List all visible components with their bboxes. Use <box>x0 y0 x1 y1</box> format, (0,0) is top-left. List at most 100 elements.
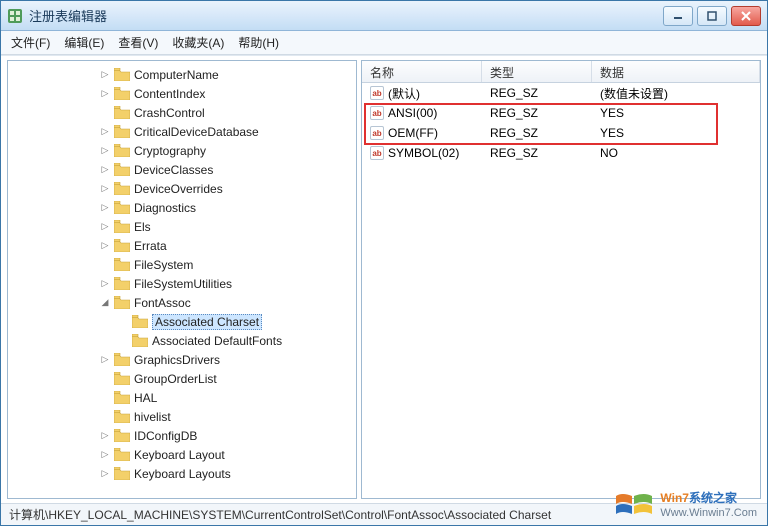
value-row[interactable]: abSYMBOL(02)REG_SZNO <box>362 143 760 163</box>
expand-icon[interactable]: ▷ <box>98 429 112 443</box>
maximize-button[interactable] <box>697 6 727 26</box>
tree-item-label: Associated Charset <box>152 314 262 330</box>
value-type: REG_SZ <box>482 146 592 160</box>
value-data: YES <box>592 126 760 140</box>
tree-item-label: Keyboard Layouts <box>134 467 231 481</box>
value-type: REG_SZ <box>482 126 592 140</box>
grid-body: ab(默认)REG_SZ(数值未设置)ab ANSI(00) REG_SZYES ab… <box>362 83 760 498</box>
expand-icon[interactable]: ▷ <box>98 163 112 177</box>
tree-item-label: HAL <box>134 391 157 405</box>
tree-item[interactable]: Associated Charset <box>8 312 356 331</box>
tree-item[interactable]: hivelist <box>8 407 356 426</box>
expand-icon[interactable]: ▷ <box>98 353 112 367</box>
tree-item[interactable]: ▷Diagnostics <box>8 198 356 217</box>
menu-favorites[interactable]: 收藏夹(A) <box>172 34 224 51</box>
folder-icon <box>114 277 130 290</box>
tree-item[interactable]: ▷Errata <box>8 236 356 255</box>
folder-icon <box>114 296 130 309</box>
value-row[interactable]: abOEM(FF)REG_SZYES <box>362 123 760 143</box>
expand-icon[interactable]: ▷ <box>98 201 112 215</box>
tree-item[interactable]: ▷ CriticalDeviceDatabase <box>8 122 356 141</box>
col-header-name[interactable]: 名称 <box>362 61 482 82</box>
tree-item[interactable]: HAL <box>8 388 356 407</box>
tree-item[interactable]: Associated DefaultFonts <box>8 331 356 350</box>
expand-icon[interactable]: ▷ <box>98 277 112 291</box>
value-name: SYMBOL(02) <box>388 146 459 160</box>
menu-view[interactable]: 查看(V) <box>118 34 158 51</box>
expand-icon[interactable]: ▷ <box>98 182 112 196</box>
tree-item[interactable]: ▷ IDConfigDB <box>8 426 356 445</box>
string-value-icon: ab <box>370 146 384 160</box>
expand-icon[interactable]: ▷ <box>98 239 112 253</box>
tree-item-label: FontAssoc <box>134 296 191 310</box>
tree-item-label: CrashControl <box>134 106 205 120</box>
app-icon <box>7 8 23 24</box>
col-header-data[interactable]: 数据 <box>592 61 760 82</box>
toggle-spacer <box>116 334 130 348</box>
titlebar[interactable]: 注册表编辑器 <box>1 1 767 31</box>
minimize-button[interactable] <box>663 6 693 26</box>
expand-icon[interactable]: ▷ <box>98 220 112 234</box>
value-name: OEM(FF) <box>388 126 438 140</box>
menu-file[interactable]: 文件(F) <box>11 34 50 51</box>
tree-item-label: DeviceOverrides <box>134 182 223 196</box>
toggle-spacer <box>98 391 112 405</box>
tree-item[interactable]: ▷ Els <box>8 217 356 236</box>
folder-icon <box>114 391 130 404</box>
menu-help[interactable]: 帮助(H) <box>238 34 279 51</box>
tree-item[interactable]: CrashControl <box>8 103 356 122</box>
tree-item[interactable]: FileSystem <box>8 255 356 274</box>
values-pane[interactable]: 名称 类型 数据 ab(默认)REG_SZ(数值未设置)ab ANSI(00) RE… <box>361 60 761 499</box>
folder-icon <box>132 334 148 347</box>
collapse-icon[interactable]: ◢ <box>98 296 112 310</box>
folder-icon <box>114 258 130 271</box>
string-value-icon: ab <box>370 106 384 120</box>
menu-edit[interactable]: 编辑(E) <box>64 34 104 51</box>
window-buttons <box>663 6 761 26</box>
expand-icon[interactable]: ▷ <box>98 68 112 82</box>
tree-item-label: ContentIndex <box>134 87 205 101</box>
statusbar: 计算机\HKEY_LOCAL_MACHINE\SYSTEM\CurrentCon… <box>1 503 767 525</box>
tree-item[interactable]: ▷Keyboard Layout <box>8 445 356 464</box>
folder-icon <box>114 353 130 366</box>
tree-item-label: GroupOrderList <box>134 372 217 386</box>
expand-icon[interactable]: ▷ <box>98 87 112 101</box>
tree-item-label: FileSystem <box>134 258 193 272</box>
expand-icon[interactable]: ▷ <box>98 125 112 139</box>
tree-item-label: CriticalDeviceDatabase <box>134 125 259 139</box>
tree-item-label: IDConfigDB <box>134 429 197 443</box>
folder-icon <box>114 68 130 81</box>
tree-item[interactable]: ▷ ContentIndex <box>8 84 356 103</box>
tree-pane[interactable]: ▷ComputerName▷ContentIndexCrashControl▷C… <box>7 60 357 499</box>
col-header-type[interactable]: 类型 <box>482 61 592 82</box>
tree-item[interactable]: ▷FileSystemUtilities <box>8 274 356 293</box>
status-path: 计算机\HKEY_LOCAL_MACHINE\SYSTEM\CurrentCon… <box>9 506 551 523</box>
tree-item[interactable]: ▷GraphicsDrivers <box>8 350 356 369</box>
folder-icon <box>114 144 130 157</box>
client-area: ▷ComputerName▷ContentIndexCrashControl▷C… <box>1 55 767 503</box>
expand-icon[interactable]: ▷ <box>98 467 112 481</box>
tree-item[interactable]: ▷ ComputerName <box>8 65 356 84</box>
toggle-spacer <box>98 106 112 120</box>
tree-item[interactable]: ▷Cryptography <box>8 141 356 160</box>
expand-icon[interactable]: ▷ <box>98 448 112 462</box>
tree-item-label: Els <box>134 220 151 234</box>
folder-icon <box>114 163 130 176</box>
tree-item[interactable]: ▷ DeviceOverrides <box>8 179 356 198</box>
expand-icon[interactable]: ▷ <box>98 144 112 158</box>
close-button[interactable] <box>731 6 761 26</box>
tree-item-label: ComputerName <box>134 68 219 82</box>
value-row[interactable]: ab(默认)REG_SZ(数值未设置) <box>362 83 760 103</box>
folder-icon <box>114 201 130 214</box>
value-row[interactable]: abANSI(00)REG_SZYES <box>362 103 760 123</box>
tree-item[interactable]: ◢ FontAssoc <box>8 293 356 312</box>
value-name: ANSI(00) <box>388 106 437 120</box>
tree-item[interactable]: ▷ DeviceClasses <box>8 160 356 179</box>
folder-icon <box>114 182 130 195</box>
tree-item-label: Associated DefaultFonts <box>152 334 282 348</box>
folder-icon <box>114 467 130 480</box>
tree-item[interactable]: ▷ Keyboard Layouts <box>8 464 356 483</box>
tree-item-label: DeviceClasses <box>134 163 213 177</box>
registry-tree: ▷ComputerName▷ContentIndexCrashControl▷C… <box>8 61 356 487</box>
tree-item[interactable]: GroupOrderList <box>8 369 356 388</box>
